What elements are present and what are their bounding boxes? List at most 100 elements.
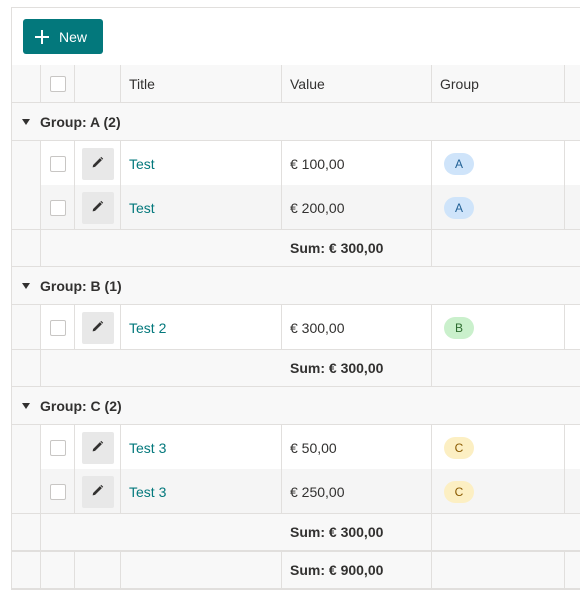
value-cell: € 200,00 — [282, 185, 432, 230]
header-trailing-spacer — [565, 65, 580, 102]
sum-indent — [12, 514, 41, 550]
column-header-group[interactable]: Group — [432, 65, 565, 102]
group-sum: Sum: € 300,00 — [282, 230, 432, 266]
caret-down-icon[interactable] — [22, 119, 30, 125]
edit-button[interactable] — [81, 191, 114, 224]
row-edit-cell — [75, 469, 121, 514]
title-link[interactable]: Test — [129, 200, 155, 216]
pencil-icon — [91, 484, 104, 500]
table-row[interactable]: Test 3 € 50,00 C — [12, 425, 580, 470]
row-trailing — [565, 469, 580, 514]
group-cell: A — [432, 185, 565, 230]
group-sum-row: Sum: € 300,00 — [12, 513, 580, 551]
edit-button[interactable] — [81, 475, 114, 508]
group-pill: C — [444, 436, 474, 459]
group-cell: C — [432, 469, 565, 514]
title-link[interactable]: Test 3 — [129, 440, 166, 456]
group-pill: A — [444, 196, 474, 219]
row-checkbox[interactable] — [49, 439, 66, 456]
total-spacer — [121, 552, 282, 588]
title-link[interactable]: Test 2 — [129, 320, 166, 336]
list-view: New Title Value Group Group: A (2) Test € … — [11, 7, 580, 590]
header-edit-spacer — [75, 65, 121, 102]
group-header[interactable]: Group: C (2) — [12, 387, 580, 425]
group-sum-row: Sum: € 300,00 — [12, 229, 580, 267]
value-cell: € 100,00 — [282, 141, 432, 186]
column-header-value[interactable]: Value — [282, 65, 432, 102]
row-indent — [12, 141, 41, 186]
row-indent — [12, 185, 41, 230]
pencil-icon — [91, 156, 104, 172]
group-header[interactable]: Group: B (1) — [12, 267, 580, 305]
row-select-cell — [41, 469, 75, 514]
total-group-spacer — [432, 552, 565, 588]
sum-spacer — [41, 514, 75, 550]
row-select-cell — [41, 141, 75, 186]
group-pill: A — [444, 152, 474, 175]
new-button[interactable]: New — [23, 19, 103, 54]
select-all-checkbox[interactable] — [49, 75, 66, 92]
table-row[interactable]: Test € 100,00 A — [12, 141, 580, 186]
total-spacer — [12, 552, 41, 588]
value-cell: € 250,00 — [282, 469, 432, 514]
table-row[interactable]: Test 3 € 250,00 C — [12, 469, 580, 514]
row-trailing — [565, 425, 580, 470]
column-header-row: Title Value Group — [12, 65, 580, 103]
row-edit-cell — [75, 185, 121, 230]
row-edit-cell — [75, 141, 121, 186]
row-checkbox[interactable] — [49, 483, 66, 500]
table-row[interactable]: Test 2 € 300,00 B — [12, 305, 580, 350]
new-button-label: New — [59, 28, 88, 45]
sum-spacer — [41, 350, 75, 386]
table-row[interactable]: Test € 200,00 A — [12, 185, 580, 230]
edit-button[interactable] — [81, 311, 114, 344]
caret-down-icon[interactable] — [22, 283, 30, 289]
row-indent — [12, 305, 41, 350]
row-indent — [12, 469, 41, 514]
group-pill: C — [444, 480, 474, 503]
sum-indent — [12, 350, 41, 386]
row-indent — [12, 425, 41, 470]
title-link[interactable]: Test 3 — [129, 484, 166, 500]
edit-button[interactable] — [81, 147, 114, 180]
group-sum: Sum: € 300,00 — [282, 350, 432, 386]
group-cell: B — [432, 305, 565, 350]
title-cell: Test 3 — [121, 425, 282, 470]
edit-button[interactable] — [81, 431, 114, 464]
row-select-cell — [41, 185, 75, 230]
row-trailing — [565, 305, 580, 350]
pencil-icon — [91, 440, 104, 456]
group-header[interactable]: Group: A (2) — [12, 103, 580, 141]
row-trailing — [565, 185, 580, 230]
header-spacer — [12, 65, 41, 102]
group-sum-row: Sum: € 300,00 — [12, 349, 580, 387]
row-edit-cell — [75, 425, 121, 470]
group-cell: A — [432, 141, 565, 186]
row-trailing — [565, 141, 580, 186]
title-cell: Test — [121, 185, 282, 230]
caret-down-icon[interactable] — [22, 403, 30, 409]
row-checkbox[interactable] — [49, 199, 66, 216]
row-select-cell — [41, 305, 75, 350]
pencil-icon — [91, 320, 104, 336]
select-all-cell — [41, 65, 75, 102]
total-sum-row: Sum: € 900,00 — [12, 551, 580, 589]
row-select-cell — [41, 425, 75, 470]
sum-indent — [12, 230, 41, 266]
title-link[interactable]: Test — [129, 156, 155, 172]
value-cell: € 50,00 — [282, 425, 432, 470]
group-header-label: Group: C (2) — [40, 397, 122, 414]
row-checkbox[interactable] — [49, 155, 66, 172]
title-cell: Test — [121, 141, 282, 186]
title-cell: Test 2 — [121, 305, 282, 350]
title-cell: Test 3 — [121, 469, 282, 514]
value-cell: € 300,00 — [282, 305, 432, 350]
sum-spacer — [41, 230, 75, 266]
column-header-title[interactable]: Title — [121, 65, 282, 102]
total-spacer — [41, 552, 75, 588]
group-sum: Sum: € 300,00 — [282, 514, 432, 550]
group-header-label: Group: A (2) — [40, 113, 121, 130]
group-cell: C — [432, 425, 565, 470]
row-checkbox[interactable] — [49, 319, 66, 336]
row-edit-cell — [75, 305, 121, 350]
